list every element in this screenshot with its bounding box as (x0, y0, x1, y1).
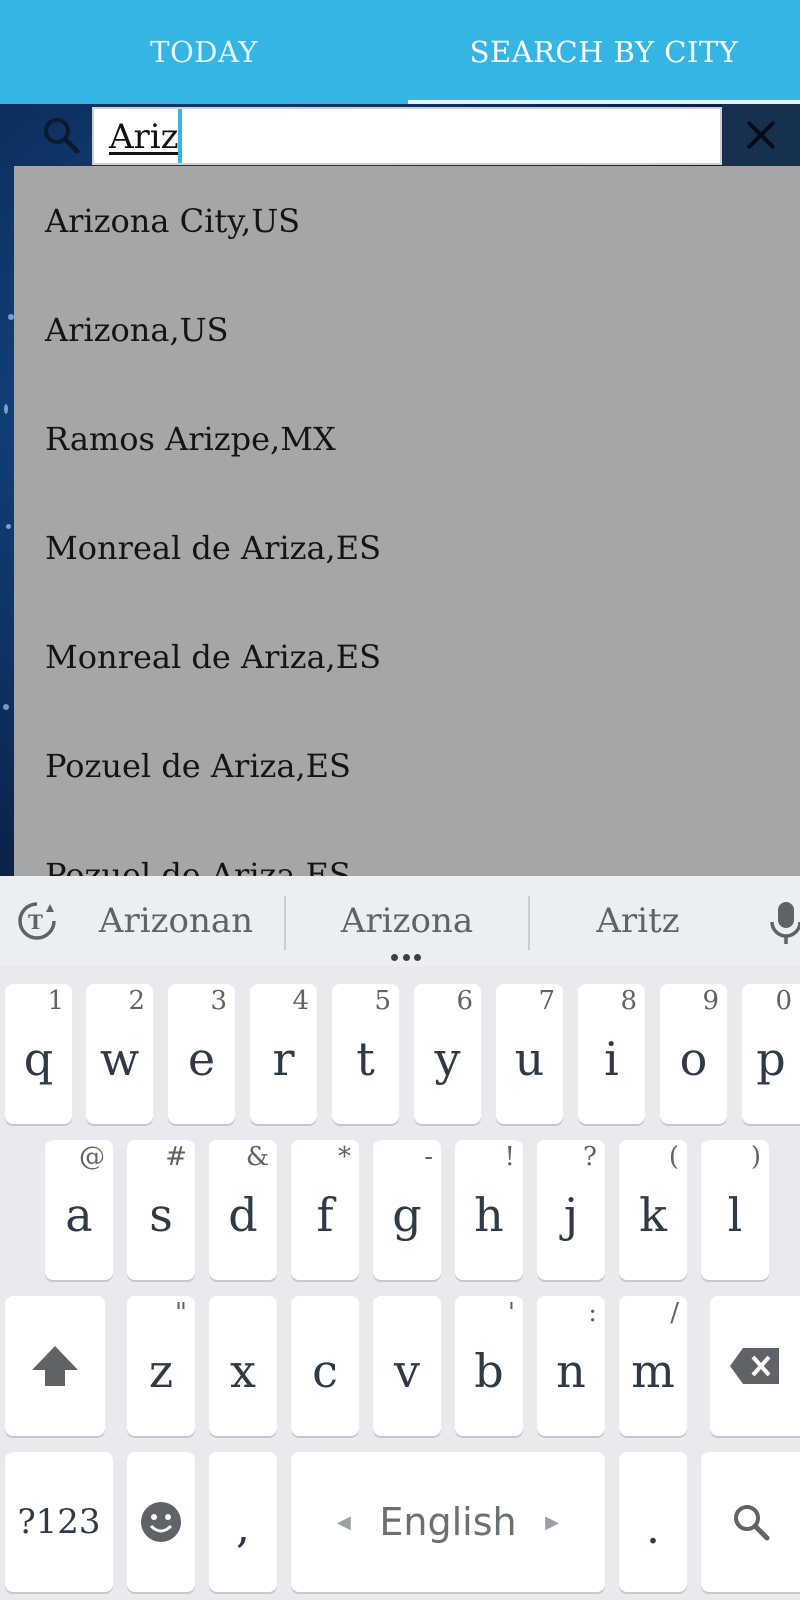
key-a[interactable]: @ a (45, 1140, 113, 1280)
key-r[interactable]: 4r (250, 984, 317, 1124)
more-suggestions-indicator (391, 954, 421, 962)
tab-search-by-city[interactable]: SEARCH BY CITY (408, 0, 800, 104)
suggestion-divider (528, 896, 530, 950)
search-input-text: Ariz (109, 117, 179, 157)
key-j[interactable]: ? j (537, 1140, 605, 1280)
key-c[interactable]: c (291, 1296, 359, 1436)
word-suggestion[interactable]: Arizonan (76, 876, 276, 966)
keyboard-search-key[interactable] (701, 1452, 800, 1592)
shift-icon (32, 1346, 78, 1386)
emoji-icon (141, 1502, 181, 1542)
suggestion-item[interactable]: Monreal de Ariza,ES (14, 602, 800, 711)
tab-today[interactable]: TODAY (0, 0, 408, 104)
key-i[interactable]: 8i (578, 984, 645, 1124)
key-h[interactable]: ! h (455, 1140, 523, 1280)
key-u[interactable]: 7u (496, 984, 563, 1124)
emoji-key[interactable] (127, 1452, 195, 1592)
key-n[interactable]: :n (537, 1296, 605, 1436)
period-key[interactable]: . (619, 1452, 687, 1592)
search-icon (44, 118, 80, 154)
key-v[interactable]: v (373, 1296, 441, 1436)
suggestion-item[interactable]: Pozuel de Ariza,ES (14, 711, 800, 820)
text-caret (178, 109, 182, 163)
city-search-input[interactable]: Ariz (92, 107, 722, 165)
key-t[interactable]: 5t (332, 984, 399, 1124)
key-q[interactable]: 1q (5, 984, 72, 1124)
key-z[interactable]: " z (127, 1296, 195, 1436)
key-m[interactable]: / m (619, 1296, 687, 1436)
backspace-icon (730, 1348, 779, 1384)
city-suggestions-list: Arizona City,US Arizona,US Ramos Arizpe,… (14, 166, 800, 876)
key-b[interactable]: ' b (455, 1296, 523, 1436)
clear-search-button[interactable] (722, 104, 800, 166)
keyboard-search-icon (733, 1505, 769, 1541)
suggestion-item[interactable]: Monreal de Ariza,ES (14, 493, 800, 602)
backspace-key[interactable] (710, 1296, 800, 1436)
suggestion-divider (284, 896, 286, 950)
key-k[interactable]: (k (619, 1140, 687, 1280)
suggestion-item[interactable]: Arizona City,US (14, 166, 800, 275)
search-bar: Ariz (0, 104, 800, 166)
shift-key[interactable] (5, 1296, 105, 1436)
svg-text:T: T (28, 910, 43, 934)
suggestion-item[interactable]: Arizona,US (14, 275, 800, 384)
symbols-key[interactable]: ?123 (5, 1452, 113, 1592)
key-l[interactable]: ) l (701, 1140, 769, 1280)
word-suggestion[interactable]: Arizona (294, 876, 520, 966)
key-d[interactable]: & d (209, 1140, 277, 1280)
key-e[interactable]: 3e (168, 984, 235, 1124)
key-x[interactable]: x (209, 1296, 277, 1436)
key-p[interactable]: 0p (742, 984, 800, 1124)
word-suggestion[interactable]: Aritz (538, 876, 738, 966)
comma-key[interactable]: , (209, 1452, 277, 1592)
chevron-right-icon: ▶ (545, 1512, 559, 1533)
tab-bar: TODAY SEARCH BY CITY (0, 0, 800, 104)
translate-icon[interactable]: T (14, 898, 60, 944)
keyboard-suggestion-strip: T Arizonan Arizona Aritz (0, 876, 800, 966)
soft-keyboard: T Arizonan Arizona Aritz 1q 2w 3e 4r 5t … (0, 876, 800, 1600)
space-bar[interactable]: ◀ English ▶ (291, 1452, 605, 1592)
key-o[interactable]: 9o (660, 984, 727, 1124)
key-g[interactable]: -g (373, 1140, 441, 1280)
suggestion-item[interactable]: Ramos Arizpe,MX (14, 384, 800, 493)
chevron-left-icon: ◀ (337, 1512, 351, 1533)
key-y[interactable]: 6y (414, 984, 481, 1124)
close-icon (746, 120, 776, 150)
key-s[interactable]: # s (127, 1140, 195, 1280)
microphone-icon[interactable] (768, 898, 800, 946)
key-f[interactable]: * f (291, 1140, 359, 1280)
key-w[interactable]: 2w (86, 984, 153, 1124)
suggestion-item[interactable]: Pozuel de Ariza,ES (14, 820, 800, 877)
